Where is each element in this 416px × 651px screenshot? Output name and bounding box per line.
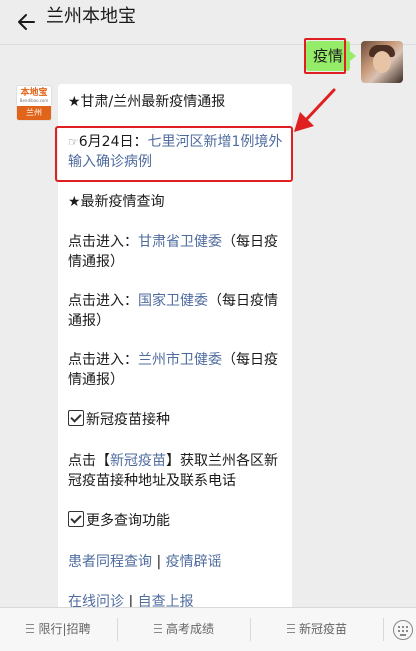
avatar-face	[373, 51, 391, 73]
tab-restriction-jobs[interactable]: 限行|招聘	[0, 608, 117, 651]
lanzhou-paragraph: 点击进入：兰州市卫健委（每日疫情通报）	[68, 350, 286, 390]
more-heading-row: 更多查询功能	[68, 511, 286, 531]
user-message-highlight-box	[304, 38, 346, 74]
checkbox-icon	[68, 410, 84, 426]
menu-icon	[26, 624, 35, 633]
update-highlight-box	[55, 126, 293, 182]
bot-domain-text: Bendibao.com	[19, 98, 49, 103]
tab-label: 高考成绩	[165, 622, 214, 636]
bot-avatar[interactable]: 本地宝 Bendibao.com 兰州	[16, 85, 52, 121]
epidemic-heading: ★甘肃/兰州最新疫情通报	[68, 94, 226, 110]
tab-exam-scores[interactable]: 高考成绩	[118, 608, 250, 651]
vaccine-pre: 点击【	[68, 453, 110, 469]
national-paragraph: 点击进入：国家卫健委（每日疫情通报）	[68, 291, 286, 331]
menu-icon	[286, 624, 295, 633]
tab-label: 新冠疫苗	[298, 622, 347, 636]
vaccine-link[interactable]: 新冠疫苗	[110, 453, 166, 469]
keyboard-icon[interactable]	[393, 620, 413, 640]
menu-icon	[153, 624, 162, 633]
national-health-link[interactable]: 国家卫健委	[138, 293, 208, 309]
query-heading: ★最新疫情查询	[68, 194, 165, 210]
user-avatar[interactable]	[361, 41, 403, 83]
tab-covid-vaccine[interactable]: 新冠疫苗	[251, 608, 383, 651]
bottom-menu-bar: 限行|招聘 高考成绩 新冠疫苗	[0, 607, 416, 651]
click-prefix: 点击进入：	[68, 234, 138, 250]
page-title: 兰州本地宝	[46, 6, 136, 27]
checkbox-icon	[68, 511, 84, 527]
click-prefix: 点击进入：	[68, 352, 138, 368]
tab-divider	[383, 618, 384, 641]
vaccine-heading-row: 新冠疫苗接种	[68, 410, 286, 430]
bot-logo-text: 本地宝	[20, 88, 48, 98]
lanzhou-health-link[interactable]: 兰州市卫健委	[138, 352, 222, 368]
vaccine-heading: 新冠疫苗接种	[86, 412, 170, 428]
gansu-health-link[interactable]: 甘肃省卫健委	[138, 234, 222, 250]
top-bar: 兰州本地宝	[0, 0, 416, 45]
patient-itinerary-link[interactable]: 患者同程查询	[68, 554, 152, 570]
click-prefix: 点击进入：	[68, 293, 138, 309]
gansu-paragraph: 点击进入：甘肃省卫健委（每日疫情通报）	[68, 232, 286, 272]
red-arrow-icon	[294, 88, 336, 132]
links-row-1: 患者同程查询 | 疫情辟谣	[68, 552, 286, 572]
more-heading: 更多查询功能	[86, 513, 170, 529]
link-separator: |	[156, 554, 162, 570]
rumor-debunk-link[interactable]: 疫情辟谣	[166, 554, 222, 570]
bot-city-text: 兰州	[17, 106, 51, 120]
back-arrow-icon[interactable]	[14, 9, 40, 35]
tab-label: 限行|招聘	[38, 622, 91, 636]
vaccine-paragraph: 点击【新冠疫苗】获取兰州各区新冠疫苗接种地址及联系电话	[68, 451, 286, 491]
